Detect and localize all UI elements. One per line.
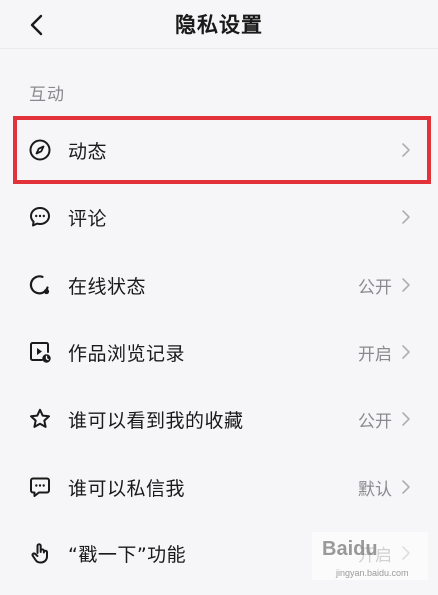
star-icon — [28, 407, 52, 431]
video-history-icon — [28, 340, 52, 364]
chevron-right-icon — [400, 277, 412, 293]
online-status-icon — [28, 273, 52, 297]
row-comments[interactable]: 评论 — [0, 185, 438, 249]
row-label: “戳一下”功能 — [68, 543, 187, 566]
row-value: 开启 — [358, 344, 392, 365]
row-view-history[interactable]: 作品浏览记录 开启 — [0, 320, 438, 384]
message-icon — [28, 475, 52, 499]
row-label: 在线状态 — [68, 275, 147, 298]
chevron-right-icon — [400, 411, 412, 427]
row-value: 公开 — [358, 411, 392, 432]
poke-hand-icon — [28, 541, 52, 565]
header-bar: 隐私设置 — [0, 0, 438, 48]
row-value: 公开 — [358, 277, 392, 298]
row-online-status[interactable]: 在线状态 公开 — [0, 253, 438, 317]
row-label: 谁可以私信我 — [68, 477, 186, 500]
chevron-right-icon — [400, 344, 412, 360]
row-direct-message[interactable]: 谁可以私信我 默认 — [0, 455, 438, 519]
row-label: 作品浏览记录 — [68, 342, 186, 365]
page-title: 隐私设置 — [175, 13, 263, 37]
row-label: 谁可以看到我的收藏 — [68, 409, 244, 432]
watermark-url: jingyan.baidu.com — [336, 568, 409, 578]
row-favorites-visibility[interactable]: 谁可以看到我的收藏 公开 — [0, 387, 438, 451]
watermark-brand: Baidu — [322, 538, 378, 560]
chevron-right-icon — [400, 209, 412, 225]
row-value: 默认 — [358, 479, 392, 500]
highlight-box — [13, 116, 431, 184]
header-divider — [0, 48, 438, 49]
chevron-right-icon — [400, 479, 412, 495]
section-label: 互动 — [29, 85, 65, 105]
comment-bubble-icon — [28, 205, 52, 229]
row-label: 评论 — [68, 207, 108, 230]
